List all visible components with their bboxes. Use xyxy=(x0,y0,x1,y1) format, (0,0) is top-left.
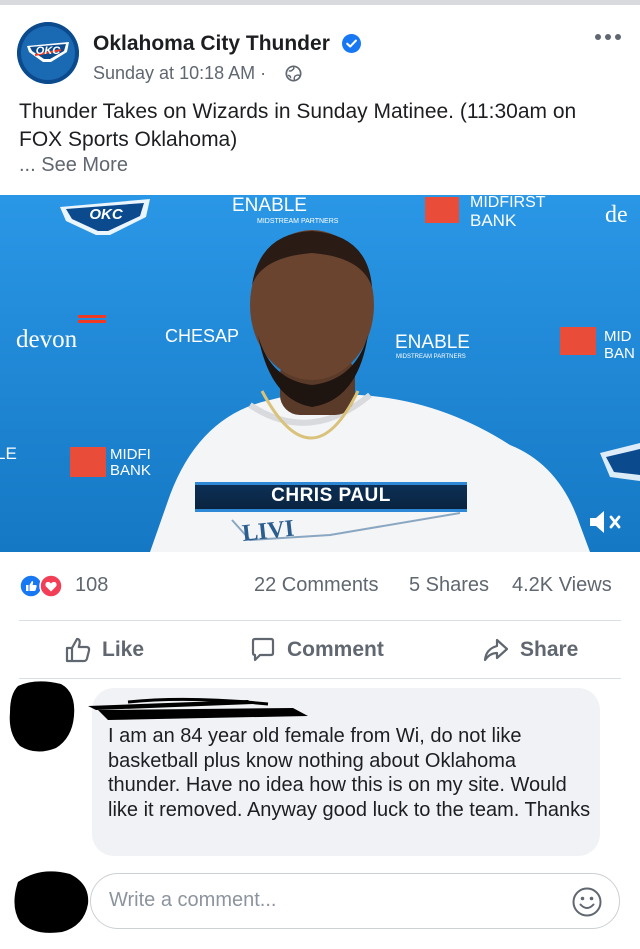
backdrop-midstream-text: MIDSTREAM PARTNERS xyxy=(257,218,339,225)
views-count: 4.2K Views xyxy=(512,574,612,596)
svg-text:BAN: BAN xyxy=(604,345,635,362)
like-button[interactable]: Like xyxy=(64,632,144,668)
svg-text:MIDFIRST: MIDFIRST xyxy=(470,195,546,211)
post-header: OKC Oklahoma City Thunder Sunday at 10:1… xyxy=(17,22,623,86)
reaction-count[interactable]: 108 xyxy=(75,574,108,597)
backdrop-devon-logo: devon xyxy=(16,326,78,353)
like-label: Like xyxy=(102,638,145,661)
svg-text:OKC: OKC xyxy=(89,206,124,223)
share-arrow-icon xyxy=(483,638,509,662)
post-stats-bar: 108 22 Comments 5 Shares 4.2K Views xyxy=(0,560,640,610)
shares-count[interactable]: 5 Shares xyxy=(409,574,489,597)
smiley-icon[interactable] xyxy=(571,886,603,918)
backdrop-midfirst-logo xyxy=(425,197,459,223)
globe-icon xyxy=(285,65,302,82)
see-more-link[interactable]: ... See More xyxy=(19,154,128,177)
backdrop-enable-logo-2: ENABLE xyxy=(395,332,470,353)
backdrop-enable-logo: ENABLE xyxy=(232,195,307,216)
reaction-icons[interactable] xyxy=(19,574,67,598)
share-label: Share xyxy=(520,638,579,661)
svg-text:LE: LE xyxy=(0,444,17,463)
divider-bottom xyxy=(19,678,621,679)
shirt-text: LIVI xyxy=(241,516,295,547)
verified-badge-icon xyxy=(342,34,361,53)
backdrop-midfirst-logo-3 xyxy=(70,447,106,477)
speech-bubble-icon xyxy=(251,637,275,662)
page-avatar[interactable]: OKC xyxy=(17,22,79,84)
current-user-avatar-redacted xyxy=(14,871,89,933)
comment-input[interactable]: Write a comment... xyxy=(90,873,620,929)
post-text: Thunder Takes on Wizards in Sunday Matin… xyxy=(19,100,577,151)
thumbs-up-icon xyxy=(65,637,91,663)
comment-text: I am an 84 year old female from Wi, do n… xyxy=(108,725,591,821)
more-options-icon[interactable] xyxy=(593,32,623,42)
okc-logo-icon: OKC xyxy=(17,22,79,84)
speaker-muted-icon[interactable] xyxy=(586,507,626,537)
comment-author-redacted xyxy=(88,697,308,720)
svg-text:MIDSTREAM PARTNERS: MIDSTREAM PARTNERS xyxy=(396,354,466,360)
page-name[interactable]: Oklahoma City Thunder xyxy=(93,32,330,56)
post-actions-bar: Like Comment Share xyxy=(0,624,640,676)
comment-button[interactable]: Comment xyxy=(249,632,384,668)
post-timestamp[interactable]: Sunday at 10:18 AM · xyxy=(93,63,266,84)
svg-text:MID: MID xyxy=(604,328,632,345)
divider-top xyxy=(19,620,621,621)
svg-text:MIDFI: MIDFI xyxy=(110,446,151,463)
lower-third-name: CHRIS PAUL xyxy=(271,485,391,506)
commenter-avatar-redacted[interactable] xyxy=(6,676,78,756)
avatar-text: OKC xyxy=(36,45,62,57)
backdrop-devon-right: de xyxy=(605,202,628,228)
video-player[interactable]: OKC ENABLE MIDSTREAM PARTNERS MIDFIRST B… xyxy=(0,195,640,552)
svg-text:BANK: BANK xyxy=(470,211,517,230)
comment-input-placeholder: Write a comment... xyxy=(109,889,277,911)
backdrop-midfirst-logo-2 xyxy=(560,327,596,355)
share-button[interactable]: Share xyxy=(482,632,578,668)
top-divider-bar xyxy=(0,0,640,5)
comments-count[interactable]: 22 Comments xyxy=(254,574,379,597)
comment-label: Comment xyxy=(287,638,384,661)
backdrop-chesapeake-logo: CHESAP xyxy=(165,326,239,346)
svg-text:BANK: BANK xyxy=(110,462,151,479)
